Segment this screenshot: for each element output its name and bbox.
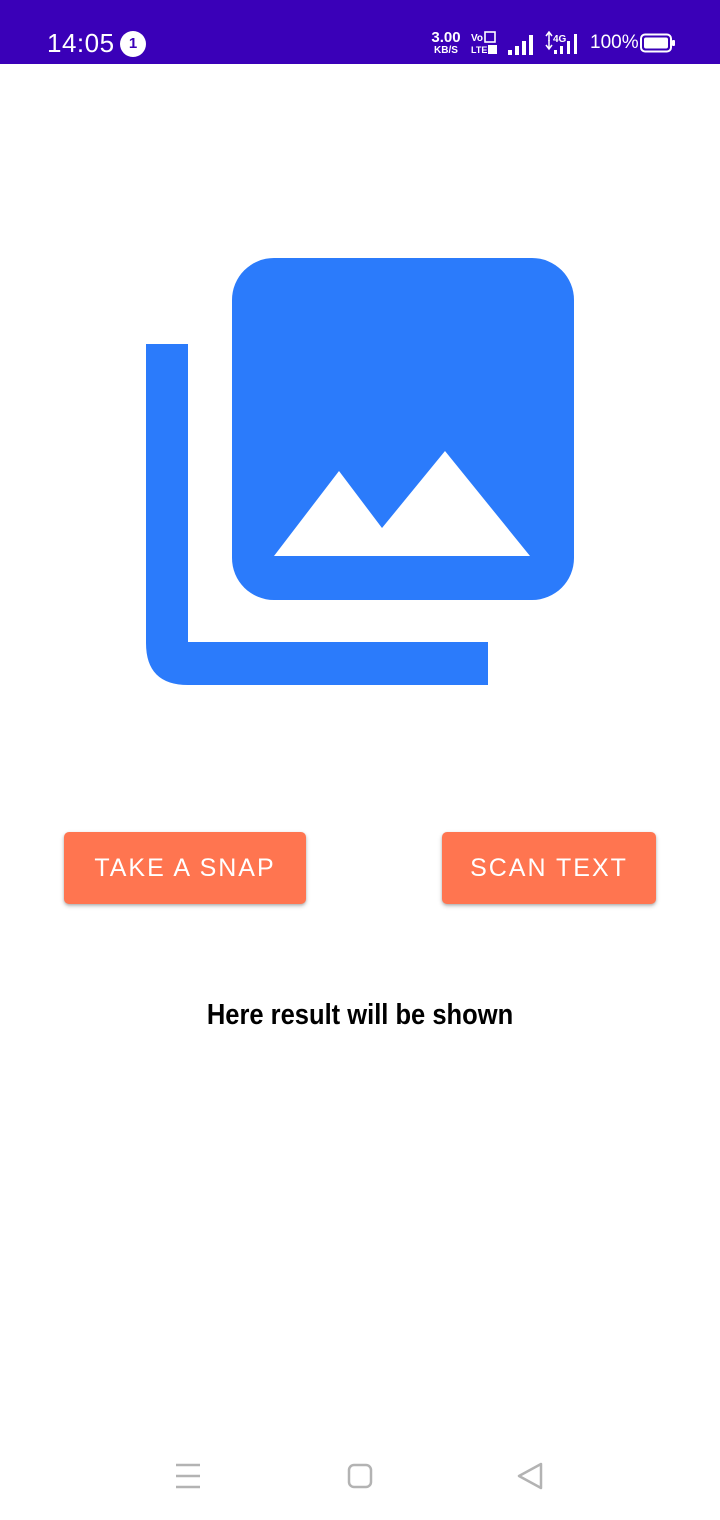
take-snap-button[interactable]: TAKE A SNAP xyxy=(64,832,306,904)
result-text: Here result will be shown xyxy=(206,999,514,1031)
notification-badge: 1 xyxy=(120,31,146,57)
status-bar: 14:05 1 3.00 KB/S Vo LTE 4G 100% xyxy=(0,0,720,64)
home-square-icon[interactable] xyxy=(338,1456,382,1496)
volte-icon: Vo LTE xyxy=(471,31,497,55)
status-time: 14:05 xyxy=(47,28,115,58)
network-speed-unit: KB/S xyxy=(434,45,458,56)
photo-library-icon xyxy=(146,258,574,685)
battery-percent: 100% xyxy=(590,32,639,53)
svg-text:LTE: LTE xyxy=(471,45,487,55)
scan-text-button[interactable]: SCAN TEXT xyxy=(442,832,656,904)
network-speed: 3.00 KB/S xyxy=(426,30,466,56)
svg-text:Vo: Vo xyxy=(471,33,483,44)
menu-icon[interactable] xyxy=(166,1456,210,1496)
back-triangle-icon[interactable] xyxy=(508,1456,552,1496)
network-speed-value: 3.00 xyxy=(431,29,461,46)
signal-strength-icon xyxy=(508,35,533,55)
svg-text:4G: 4G xyxy=(553,34,567,45)
battery-icon xyxy=(640,33,675,53)
signal-4g-icon: 4G xyxy=(545,31,577,54)
